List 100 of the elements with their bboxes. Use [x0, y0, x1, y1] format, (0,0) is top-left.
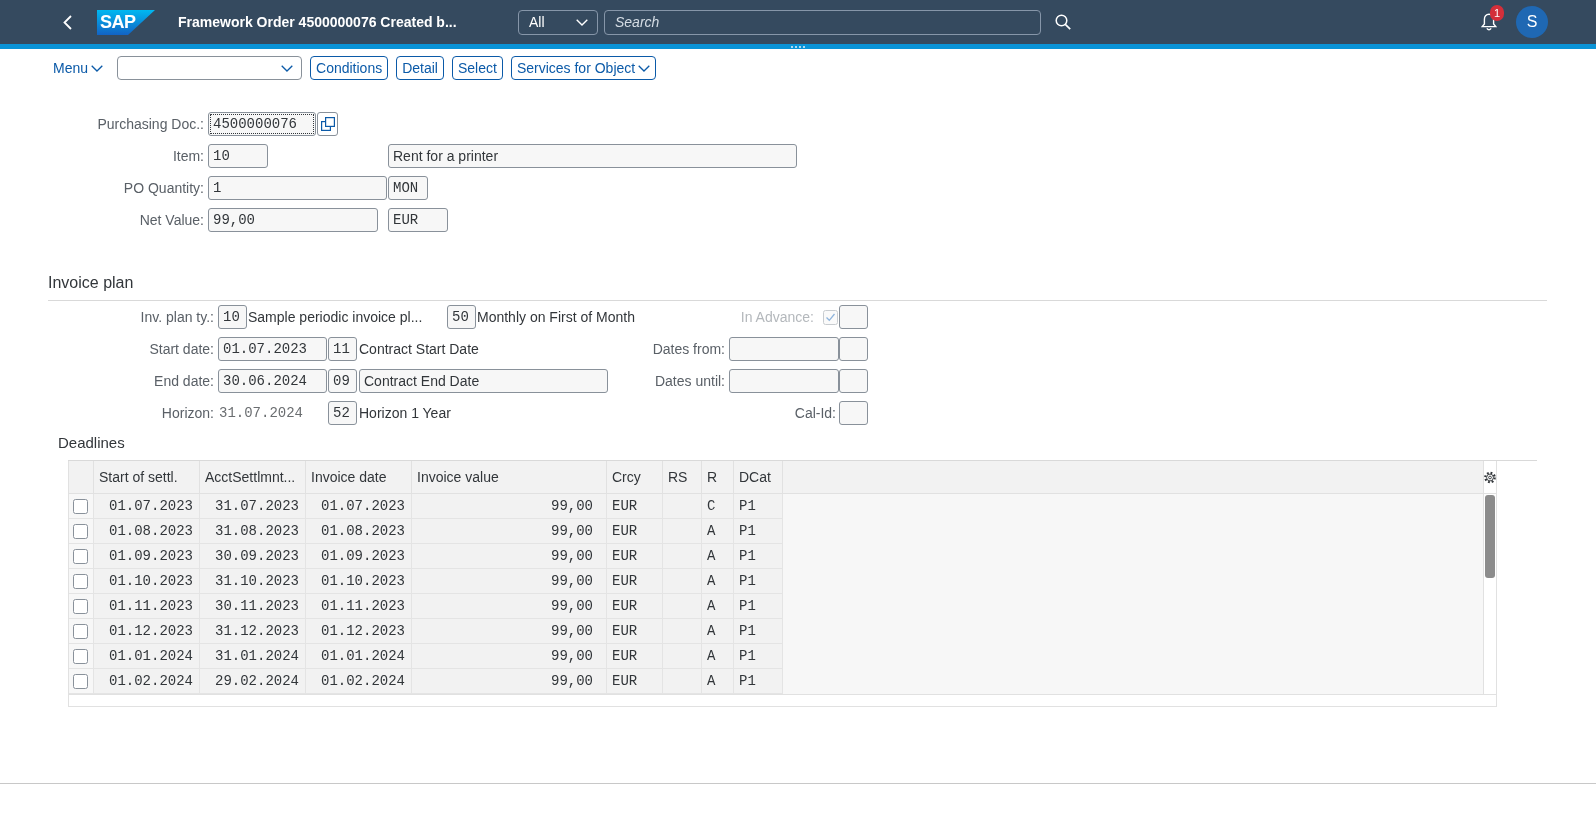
table-cell: A	[702, 594, 734, 619]
search-scope-dropdown[interactable]: All	[518, 9, 598, 35]
menu-button[interactable]: Menu	[53, 57, 104, 79]
column-header[interactable]: DCat	[734, 461, 783, 494]
input-field[interactable]: 01.07.2023	[218, 337, 327, 361]
input-field[interactable]	[729, 337, 839, 361]
input-field[interactable]: MON	[388, 176, 428, 200]
row-checkbox[interactable]	[73, 623, 88, 639]
chevron-down-icon	[576, 18, 588, 26]
input-field[interactable]: 30.06.2024	[218, 369, 327, 393]
column-header[interactable]: AcctSettlmnt...	[200, 461, 306, 494]
row-checkbox[interactable]	[73, 548, 88, 564]
chevron-down-icon	[91, 64, 104, 72]
bell-icon	[1481, 13, 1497, 31]
section-title: Deadlines	[58, 434, 125, 451]
search-button[interactable]	[1054, 12, 1072, 32]
input-field[interactable]: 1	[208, 176, 387, 200]
row-checkbox[interactable]	[73, 573, 88, 589]
table-cell: A	[702, 644, 734, 669]
table-cell: A	[702, 519, 734, 544]
input-field[interactable]: Contract End Date	[359, 369, 608, 393]
row-checkbox[interactable]	[73, 648, 88, 664]
input-field[interactable]: 50	[447, 305, 476, 329]
table-cell: 99,00	[412, 519, 607, 544]
field-label: Purchasing Doc.:	[97, 116, 204, 132]
scrollbar-thumb[interactable]	[1485, 495, 1495, 578]
field-label: End date:	[154, 373, 214, 389]
table-cell: EUR	[607, 619, 663, 644]
search-field[interactable]: Search	[604, 9, 1041, 35]
row-checkbox[interactable]	[73, 498, 88, 514]
table-cell: 01.11.2023	[306, 594, 412, 619]
table-cell: A	[702, 544, 734, 569]
table-cell: 01.09.2023	[94, 544, 200, 569]
input-field[interactable]: 11	[328, 337, 357, 361]
table-cell: 01.01.2024	[94, 644, 200, 669]
input-field[interactable]: 52	[328, 401, 357, 425]
input-field[interactable]: 10	[208, 144, 268, 168]
table-cell: 99,00	[412, 619, 607, 644]
table-cell: 01.08.2023	[306, 519, 412, 544]
copy-button[interactable]	[317, 112, 338, 136]
field-text: Monthly on First of Month	[477, 309, 635, 325]
input-field[interactable]: 09	[328, 369, 357, 393]
field-value: 31.07.2024	[219, 405, 303, 421]
field-text: Horizon 1 Year	[359, 405, 451, 421]
column-header[interactable]: Invoice value	[412, 461, 607, 494]
table-cell: 99,00	[412, 494, 607, 519]
drag-handle-icon[interactable]	[791, 45, 805, 48]
table-cell: P1	[734, 644, 783, 669]
toolbar-button[interactable]: Services for Object	[510, 56, 657, 80]
settings-icon[interactable]	[1484, 470, 1496, 484]
table-cell: 01.12.2023	[94, 619, 200, 644]
input-field[interactable]	[839, 305, 868, 329]
table-cell: 01.10.2023	[306, 569, 412, 594]
table-cell: P1	[734, 544, 783, 569]
field-label: PO Quantity:	[123, 180, 204, 196]
column-header[interactable]: Crcy	[607, 461, 663, 494]
table-cell: EUR	[607, 544, 663, 569]
toolbar-button[interactable]: Detail	[396, 56, 444, 80]
table-cell: 01.11.2023	[94, 594, 200, 619]
column-header[interactable]: Start of settl.	[94, 461, 200, 494]
column-header[interactable]: RS	[663, 461, 702, 494]
user-avatar[interactable]: S	[1516, 6, 1548, 38]
table-cell: 01.02.2024	[306, 669, 412, 694]
chevron-down-icon	[281, 64, 294, 72]
table-cell: EUR	[607, 519, 663, 544]
table-cell: P1	[734, 569, 783, 594]
column-header[interactable]: Invoice date	[306, 461, 412, 494]
table-cell: 01.07.2023	[94, 494, 200, 519]
input-field[interactable]: 10	[218, 305, 247, 329]
input-field[interactable]: 99,00	[208, 208, 378, 232]
field-label: Net Value:	[139, 212, 204, 228]
row-checkbox[interactable]	[73, 673, 88, 689]
table-cell: 99,00	[412, 594, 607, 619]
field-label: Start date:	[149, 341, 214, 357]
table-cell: 01.01.2024	[306, 644, 412, 669]
table-cell: 29.02.2024	[200, 669, 306, 694]
table-cell: 30.11.2023	[200, 594, 306, 619]
table-cell: 01.07.2023	[306, 494, 412, 519]
field-text: Contract Start Date	[359, 341, 479, 357]
input-field[interactable]: Rent for a printer	[388, 144, 797, 168]
column-header[interactable]: R	[702, 461, 734, 494]
table-cell: P1	[734, 594, 783, 619]
toolbar-button[interactable]: Select	[452, 56, 503, 80]
field-label: Inv. plan ty.:	[140, 309, 214, 325]
table-cell: P1	[734, 519, 783, 544]
input-field[interactable]: EUR	[388, 208, 448, 232]
row-checkbox[interactable]	[73, 598, 88, 614]
search-icon	[1055, 14, 1071, 30]
chevron-left-icon	[62, 14, 72, 30]
table-cell: 31.08.2023	[200, 519, 306, 544]
input-field[interactable]	[839, 401, 868, 425]
combo-field[interactable]	[117, 56, 303, 80]
row-checkbox[interactable]	[73, 523, 88, 539]
input-field[interactable]: 4500000076	[208, 112, 316, 136]
input-field[interactable]	[839, 337, 868, 361]
input-field[interactable]	[839, 369, 868, 393]
toolbar-button[interactable]: Conditions	[310, 56, 389, 80]
table-cell: A	[702, 669, 734, 694]
table-cell: 99,00	[412, 544, 607, 569]
input-field[interactable]	[729, 369, 839, 393]
